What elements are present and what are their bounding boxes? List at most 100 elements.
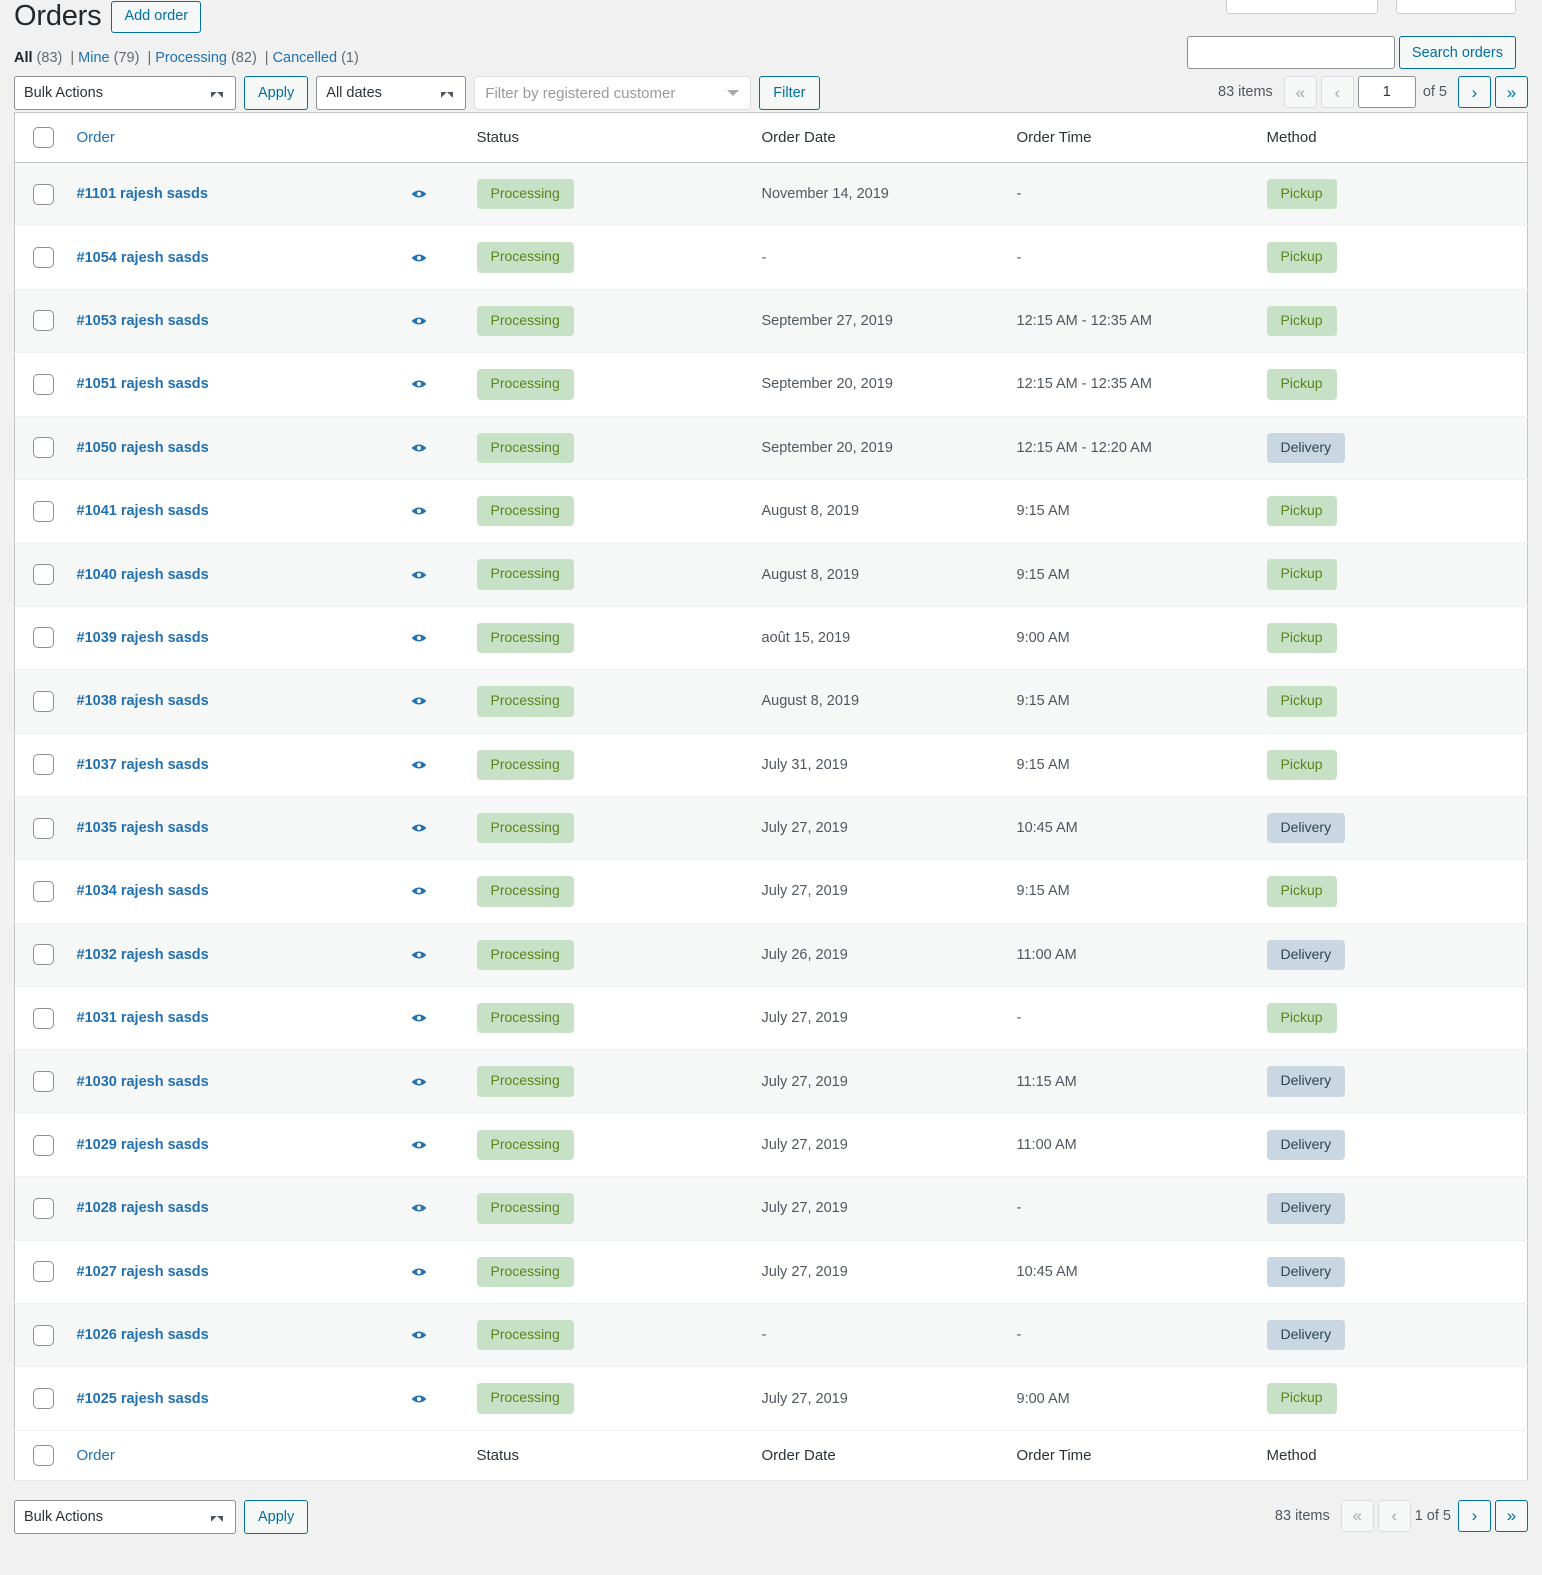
order-cell: #1041 rajesh sasds (67, 479, 467, 542)
order-link[interactable]: #1053 rajesh sasds (77, 313, 209, 329)
row-checkbox[interactable] (33, 564, 54, 585)
order-link[interactable]: #1054 rajesh sasds (77, 250, 209, 266)
order-link[interactable]: #1027 rajesh sasds (77, 1264, 209, 1280)
search-input[interactable] (1187, 36, 1395, 69)
sort-order-link-top[interactable]: Order (77, 129, 115, 146)
last-page-button-top[interactable]: » (1495, 76, 1528, 108)
status-filter-mine[interactable]: Mine (78, 50, 109, 66)
row-checkbox[interactable] (33, 374, 54, 395)
order-cell: #1032 rajesh sasds (67, 923, 467, 986)
bulk-actions-select-top[interactable]: Bulk Actions (14, 76, 236, 110)
row-checkbox[interactable] (33, 1388, 54, 1409)
status-filter-all[interactable]: All (14, 50, 33, 66)
date-filter-select[interactable]: All dates (316, 76, 466, 110)
order-date-cell: September 20, 2019 (752, 353, 1007, 416)
row-checkbox[interactable] (33, 818, 54, 839)
order-link[interactable]: #1026 rajesh sasds (77, 1327, 209, 1343)
status-badge: Processing (477, 433, 574, 463)
filter-button[interactable]: Filter (759, 76, 819, 110)
order-link[interactable]: #1041 rajesh sasds (77, 503, 209, 519)
preview-eye-icon[interactable] (409, 1135, 429, 1155)
select-all-checkbox-top[interactable] (33, 127, 54, 148)
order-link[interactable]: #1050 rajesh sasds (77, 440, 209, 456)
row-checkbox[interactable] (33, 501, 54, 522)
next-page-button-bottom[interactable]: › (1458, 1500, 1491, 1532)
current-page-input[interactable] (1358, 76, 1416, 108)
preview-eye-icon[interactable] (409, 1262, 429, 1282)
apply-button-bottom[interactable]: Apply (244, 1500, 308, 1534)
order-link[interactable]: #1034 rajesh sasds (77, 883, 209, 899)
sort-order-link-bottom[interactable]: Order (77, 1447, 115, 1464)
row-checkbox[interactable] (33, 437, 54, 458)
preview-eye-icon[interactable] (409, 374, 429, 394)
status-filter-cancelled[interactable]: Cancelled (273, 50, 338, 66)
order-link[interactable]: #1029 rajesh sasds (77, 1137, 209, 1153)
preview-eye-icon[interactable] (409, 311, 429, 331)
row-checkbox[interactable] (33, 1008, 54, 1029)
row-checkbox[interactable] (33, 944, 54, 965)
order-link[interactable]: #1030 rajesh sasds (77, 1074, 209, 1090)
order-cell: #1035 rajesh sasds (67, 796, 467, 859)
row-checkbox[interactable] (33, 881, 54, 902)
preview-eye-icon[interactable] (409, 818, 429, 838)
table-row: #1026 rajesh sasdsProcessing--Delivery (15, 1304, 1528, 1367)
order-link[interactable]: #1039 rajesh sasds (77, 630, 209, 646)
order-link[interactable]: #1037 rajesh sasds (77, 757, 209, 773)
preview-eye-icon[interactable] (409, 881, 429, 901)
customer-filter-select[interactable]: Filter by registered customer (474, 76, 751, 110)
row-select-cell (15, 1240, 67, 1303)
preview-eye-icon[interactable] (409, 438, 429, 458)
add-order-button[interactable]: Add order (111, 1, 201, 33)
row-checkbox[interactable] (33, 1135, 54, 1156)
preview-eye-icon[interactable] (409, 248, 429, 268)
row-checkbox[interactable] (33, 1198, 54, 1219)
row-checkbox[interactable] (33, 754, 54, 775)
preview-eye-icon[interactable] (409, 1325, 429, 1345)
status-cell: Processing (467, 543, 752, 606)
preview-eye-icon[interactable] (409, 1072, 429, 1092)
status-cell: Processing (467, 226, 752, 289)
status-filter-processing[interactable]: Processing (155, 50, 227, 66)
preview-eye-icon[interactable] (409, 945, 429, 965)
preview-eye-icon[interactable] (409, 1389, 429, 1409)
order-time-cell: 9:15 AM (1007, 733, 1257, 796)
preview-eye-icon[interactable] (409, 1008, 429, 1028)
preview-eye-icon[interactable] (409, 691, 429, 711)
preview-eye-icon[interactable] (409, 184, 429, 204)
row-checkbox[interactable] (33, 310, 54, 331)
apply-button-top[interactable]: Apply (244, 76, 308, 110)
order-link[interactable]: #1035 rajesh sasds (77, 820, 209, 836)
method-badge: Pickup (1267, 369, 1337, 399)
row-checkbox[interactable] (33, 184, 54, 205)
preview-eye-icon[interactable] (409, 501, 429, 521)
order-link[interactable]: #1038 rajesh sasds (77, 693, 209, 709)
next-page-button-top[interactable]: › (1458, 76, 1491, 108)
preview-eye-icon[interactable] (409, 565, 429, 585)
prev-page-button-top: ‹ (1321, 76, 1354, 108)
order-link[interactable]: #1101 rajesh sasds (77, 186, 208, 202)
order-link[interactable]: #1025 rajesh sasds (77, 1391, 209, 1407)
table-row: #1029 rajesh sasdsProcessingJuly 27, 201… (15, 1113, 1528, 1176)
row-checkbox[interactable] (33, 1325, 54, 1346)
order-link[interactable]: #1032 rajesh sasds (77, 947, 209, 963)
order-time-value: 9:15 AM (1017, 567, 1070, 583)
row-checkbox[interactable] (33, 691, 54, 712)
row-checkbox[interactable] (33, 247, 54, 268)
preview-eye-icon[interactable] (409, 755, 429, 775)
order-link[interactable]: #1028 rajesh sasds (77, 1200, 209, 1216)
preview-eye-icon[interactable] (409, 1198, 429, 1218)
bulk-actions-select-bottom[interactable]: Bulk Actions (14, 1500, 236, 1534)
order-time-value: - (1017, 1200, 1022, 1216)
last-page-button-bottom[interactable]: » (1495, 1500, 1528, 1532)
row-select-cell (15, 923, 67, 986)
order-link[interactable]: #1051 rajesh sasds (77, 376, 209, 392)
order-link[interactable]: #1031 rajesh sasds (77, 1010, 209, 1026)
row-checkbox[interactable] (33, 627, 54, 648)
order-link[interactable]: #1040 rajesh sasds (77, 567, 209, 583)
search-orders-button[interactable]: Search orders (1399, 36, 1516, 69)
row-checkbox[interactable] (33, 1071, 54, 1092)
row-checkbox[interactable] (33, 1261, 54, 1282)
order-date-value: July 27, 2019 (762, 1200, 848, 1216)
preview-eye-icon[interactable] (409, 628, 429, 648)
select-all-checkbox-bottom[interactable] (33, 1445, 54, 1466)
